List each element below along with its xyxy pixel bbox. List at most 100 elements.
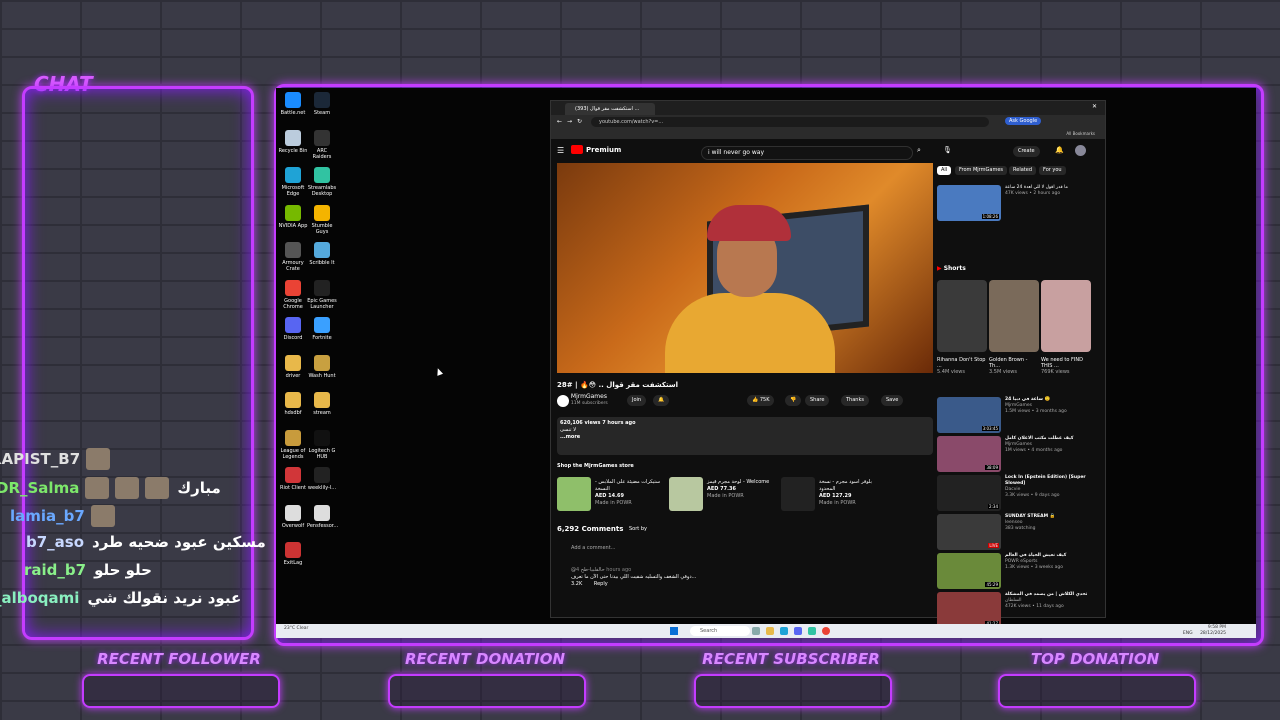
channel-name[interactable]: MjrmGames xyxy=(571,393,607,400)
rail-video[interactable]: 2:34 Lock In (Epstein Edition) [Super Slo… xyxy=(937,475,1097,511)
search-icon[interactable]: ⌕ xyxy=(917,146,921,155)
chat-username[interactable]: raid_b7 xyxy=(24,561,86,579)
product-thumbnail[interactable] xyxy=(669,477,703,511)
desktop-icon[interactable]: Discord xyxy=(278,317,308,341)
shop-item[interactable]: لوحة مجرم قيمز - Welcome AED 77.36 Made in… xyxy=(669,477,779,513)
edge-icon[interactable] xyxy=(780,627,788,635)
chat-username[interactable]: DR_Salma xyxy=(0,479,79,497)
back-icon[interactable]: ← xyxy=(557,118,562,125)
forward-icon[interactable]: → xyxy=(567,118,572,125)
chat-username[interactable]: RAPIST_B7 xyxy=(0,450,80,468)
streamlabs-icon[interactable] xyxy=(808,627,816,635)
rail-video-top[interactable]: 1:08:26 ما قدر اقول لا للي لعدة 24 ساعة 4… xyxy=(937,185,1097,221)
desktop-icon[interactable]: Wash Hunt xyxy=(307,354,337,379)
chat-username[interactable]: lamia_b7 xyxy=(10,507,85,525)
create-button[interactable]: Create xyxy=(1013,146,1040,157)
bell-icon[interactable]: 🔔 xyxy=(1055,146,1064,154)
desktop-icon[interactable]: Battle.net xyxy=(278,92,308,116)
description-box[interactable]: 620,106 views 7 hours ago لا تنسى ...mor… xyxy=(557,417,933,455)
video-thumbnail[interactable]: 41:27 xyxy=(937,592,1001,628)
desktop-icon[interactable]: Fortnite xyxy=(307,317,337,341)
taskbar-search[interactable]: Search xyxy=(690,626,750,636)
chrome-icon[interactable] xyxy=(822,627,830,635)
desktop-icon[interactable]: Overwolf xyxy=(278,504,308,529)
desktop-icon[interactable]: NVIDIA App xyxy=(278,204,308,229)
rail-video[interactable]: 45:29 كيف نعيش الحياة في العالم POWR eSpor… xyxy=(937,553,1097,589)
desktop-icon[interactable]: ARC Raiders xyxy=(307,129,337,160)
desktop-icon[interactable]: Epic Games Launcher xyxy=(307,279,337,310)
video-thumbnail[interactable]: LIVE xyxy=(937,514,1001,550)
share-button[interactable]: Share xyxy=(805,395,830,406)
rail-video[interactable]: 3:03:45 24 ساعة في دبيا 🙂 MjrmGames 1.5M vi… xyxy=(937,397,1097,433)
menu-icon[interactable]: ☰ xyxy=(557,146,564,155)
add-comment-input[interactable]: Add a comment... xyxy=(571,545,615,551)
desktop-icon[interactable]: Logitech G HUB xyxy=(307,429,337,460)
short-thumbnail[interactable] xyxy=(989,280,1039,352)
desktop-icon[interactable]: Steam xyxy=(307,92,337,116)
save-button[interactable]: Save xyxy=(881,395,904,406)
discord-icon[interactable] xyxy=(794,627,802,635)
start-icon[interactable] xyxy=(670,627,678,635)
short-thumbnail[interactable] xyxy=(937,280,987,352)
weather-widget[interactable]: 23°C Clear xyxy=(284,626,308,631)
filter-chip[interactable]: For you xyxy=(1039,166,1066,175)
desktop-icon[interactable]: Recycle Bin xyxy=(278,129,308,154)
sort-by-button[interactable]: Sort by xyxy=(629,526,647,532)
desktop-icon[interactable]: Riot Client xyxy=(278,467,308,491)
reply-button[interactable]: Reply xyxy=(594,581,608,587)
filter-chip[interactable]: Related xyxy=(1009,166,1036,175)
like-button[interactable]: 👍 75K xyxy=(747,395,775,406)
rail-video[interactable]: LIVE SUNDAY STREAM 🔒 leenseo 383 watching xyxy=(937,514,1097,550)
shop-item[interactable]: ستيكرات مضيئة على الملابس - النسخة AED 14… xyxy=(557,477,667,513)
rail-video[interactable]: 41:27تحدي الكلاش | من يصمد في المشكلةالس… xyxy=(937,592,1097,628)
desktop-icon[interactable]: Pensfessor... xyxy=(307,504,338,529)
language-indicator[interactable]: ENG xyxy=(1183,631,1193,636)
video-thumbnail[interactable]: 1:08:26 xyxy=(937,185,1001,221)
chat-username[interactable]: b7_aso xyxy=(26,533,84,551)
search-input[interactable]: i will never go way xyxy=(701,146,913,160)
file-explorer-icon[interactable] xyxy=(766,627,774,635)
video-thumbnail[interactable]: 38:09 xyxy=(937,436,1001,472)
desktop-icon[interactable]: Google Chrome xyxy=(278,279,308,310)
desktop-icon[interactable]: Armoury Crate xyxy=(278,242,308,272)
video-thumbnail[interactable]: 45:29 xyxy=(937,553,1001,589)
browser-tab[interactable]: (393) استكشفت مقر قوال ... xyxy=(565,103,655,115)
desktop-icon[interactable]: League of Legends xyxy=(278,429,308,460)
desktop-icon[interactable]: Streamlabs Desktop xyxy=(307,167,337,197)
desktop-icon[interactable]: ExitLag xyxy=(278,542,308,566)
short-thumbnail[interactable] xyxy=(1041,280,1091,352)
avatar[interactable] xyxy=(1075,145,1086,156)
rail-video[interactable]: 38:09 كيف عطلت مكتب الاعلان كامل MjrmGames… xyxy=(937,436,1097,472)
comment-like-count[interactable]: 3.2K xyxy=(571,581,582,587)
all-bookmarks[interactable]: All Bookmarks xyxy=(551,129,1105,139)
thanks-button[interactable]: Thanks xyxy=(841,395,869,406)
subscribed-bell-icon[interactable]: 🔔 xyxy=(653,395,670,406)
join-button[interactable]: Join xyxy=(627,395,647,406)
desktop-icon[interactable]: Stumble Guys xyxy=(307,204,337,235)
product-thumbnail[interactable] xyxy=(557,477,591,511)
desktop-icon[interactable]: weeklily-l... xyxy=(307,467,337,491)
ask-google-button[interactable]: Ask Google xyxy=(1005,117,1042,125)
video-player[interactable] xyxy=(557,163,933,373)
desktop-icon[interactable]: stream xyxy=(307,392,337,416)
premium-label[interactable]: Premium xyxy=(586,146,621,154)
taskview-icon[interactable] xyxy=(752,627,760,635)
product-thumbnail[interactable] xyxy=(781,477,815,511)
close-window-icon[interactable]: ✕ xyxy=(1092,103,1097,110)
desktop-icon[interactable]: driver xyxy=(278,354,308,379)
shop-item[interactable]: بلوفر اسود مجرم - نسخة المحدود AED 127.29… xyxy=(781,477,891,513)
dislike-icon[interactable]: 👎 xyxy=(785,395,802,406)
more-link[interactable]: ...more xyxy=(560,434,930,441)
chat-username[interactable]: _alboqami xyxy=(0,589,79,607)
desktop-icon[interactable]: hdsdbf xyxy=(278,392,308,416)
channel-avatar[interactable] xyxy=(557,394,569,407)
youtube-logo-icon[interactable] xyxy=(571,145,583,154)
video-thumbnail[interactable]: 2:34 xyxy=(937,475,1001,511)
video-thumbnail[interactable]: 3:03:45 xyxy=(937,397,1001,433)
desktop-icon[interactable]: Microsoft Edge xyxy=(278,167,308,197)
reload-icon[interactable]: ↻ xyxy=(577,118,582,125)
url-field[interactable]: youtube.com/watch?v=... xyxy=(591,117,989,127)
filter-chip[interactable]: All xyxy=(937,166,952,175)
mic-icon[interactable]: 🎙 xyxy=(943,146,952,154)
system-tray[interactable]: ENG 9:58 PM 28/12/2025 xyxy=(1183,625,1226,637)
